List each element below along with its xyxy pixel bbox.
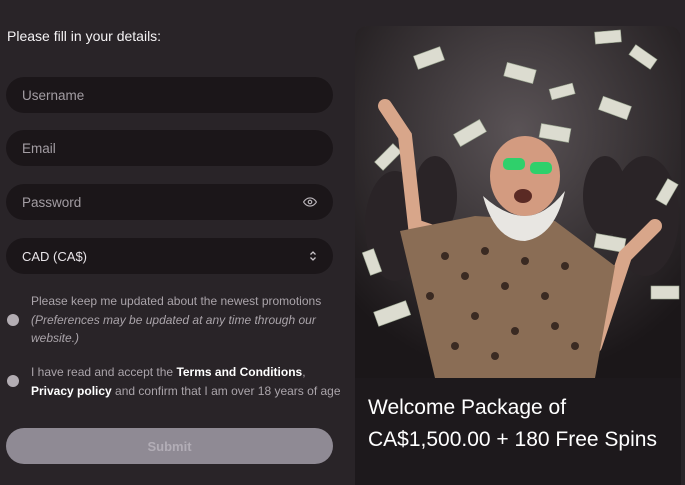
welcome-package-text: Welcome Package of CA$1,500.00 + 180 Fre… [368, 396, 657, 451]
form-heading: Please fill in your details: [7, 28, 162, 44]
privacy-policy-link[interactable]: Privacy policy [31, 384, 112, 398]
promotions-consent-radio[interactable] [7, 314, 19, 326]
username-field-wrapper [6, 77, 333, 113]
promotions-consent-label: Please keep me updated about the newest … [31, 292, 331, 348]
submit-button[interactable]: Submit [6, 428, 333, 464]
terms-consent-radio[interactable] [7, 375, 19, 387]
eye-icon[interactable] [303, 195, 317, 209]
currency-value: CAD (CA$) [22, 248, 88, 264]
password-input[interactable] [22, 194, 317, 210]
email-field-wrapper [6, 130, 333, 166]
password-field-wrapper [6, 184, 333, 220]
registration-page: Please fill in your details: CAD (CA$) [0, 0, 685, 485]
registration-form: Please fill in your details: CAD (CA$) [0, 0, 345, 485]
email-input[interactable] [22, 140, 317, 156]
terms-consent-suffix: and confirm that I am over 18 years of a… [111, 383, 341, 398]
terms-consent-prefix: I have read and accept the [31, 365, 177, 379]
chevron-updown-icon [310, 251, 316, 261]
currency-select[interactable]: CAD (CA$) [6, 238, 333, 274]
promotions-consent-text: Please keep me updated about the newest … [31, 294, 322, 308]
terms-comma: , [302, 365, 306, 379]
terms-consent-label: I have read and accept the Terms and Con… [31, 363, 341, 400]
promo-card: Welcome Package of CA$1,500.00 + 180 Fre… [355, 26, 681, 485]
promo-image [355, 26, 681, 378]
terms-and-conditions-link[interactable]: Terms and Conditions [176, 365, 302, 379]
promotions-consent-note: (Preferences may be updated at any time … [31, 312, 316, 346]
username-input[interactable] [22, 87, 317, 103]
